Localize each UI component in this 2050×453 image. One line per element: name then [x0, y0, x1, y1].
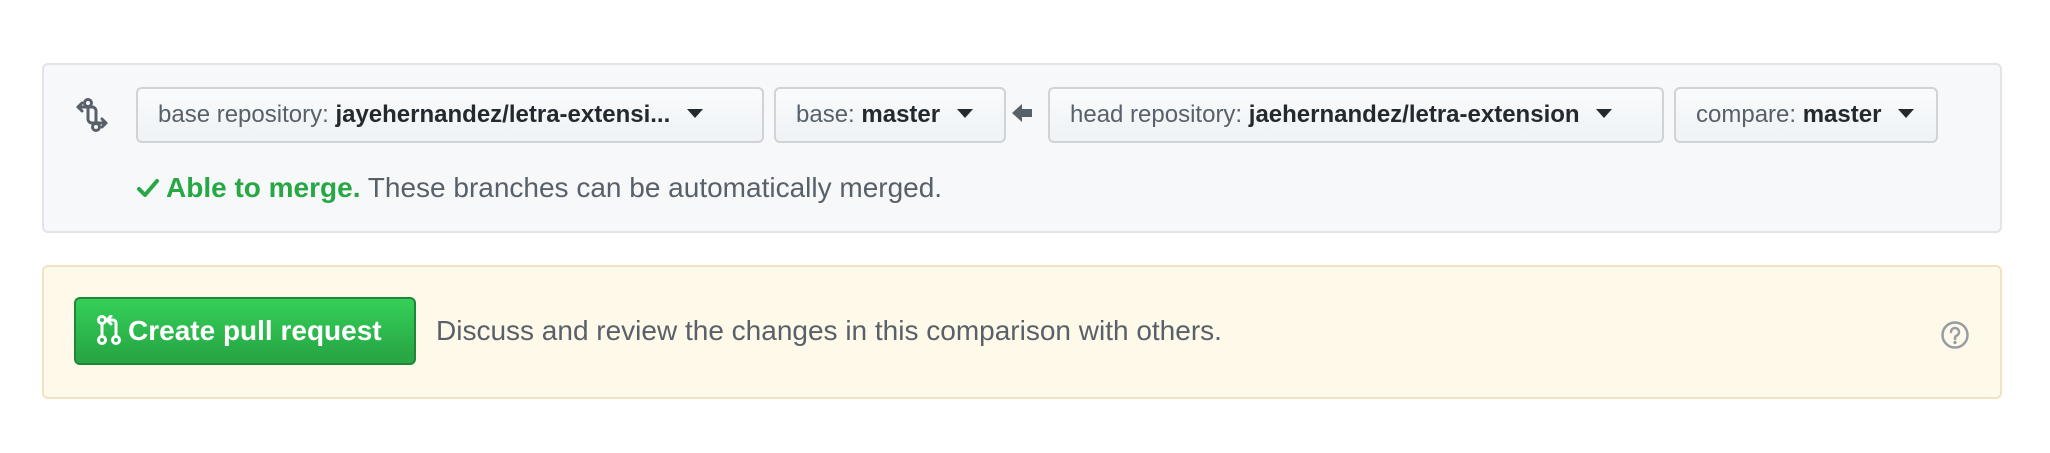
create-pull-request-panel: Create pull request Discuss and review t…	[42, 265, 2002, 399]
merge-status-text: These branches can be automatically merg…	[367, 172, 943, 203]
base-branch-select[interactable]: base: master	[774, 87, 1006, 143]
git-compare-icon	[76, 98, 108, 132]
merge-status: Able to merge. These branches can be aut…	[136, 171, 942, 205]
base-repository-select[interactable]: base repository: jayehernandez/letra-ext…	[136, 87, 764, 143]
arrow-left-icon	[1012, 104, 1032, 122]
compare-branch-value: master	[1802, 101, 1882, 128]
base-branch-label: base:	[796, 101, 855, 128]
head-repository-label: head repository:	[1070, 101, 1243, 128]
create-pull-request-label: Create pull request	[128, 315, 382, 346]
git-pull-request-icon	[97, 314, 121, 345]
base-repository-label: base repository:	[158, 101, 329, 128]
head-repository-value: jaehernandez/letra-extension	[1248, 101, 1580, 128]
caret-down-icon	[1898, 109, 1915, 119]
base-repository-value: jayehernandez/letra-extensi...	[335, 101, 671, 128]
create-pull-request-button[interactable]: Create pull request	[74, 297, 416, 365]
compare-branch-label: compare:	[1696, 101, 1797, 128]
compare-branch-select[interactable]: compare: master	[1674, 87, 1938, 143]
caret-down-icon	[686, 109, 703, 119]
check-icon	[137, 178, 159, 197]
caret-down-icon	[956, 109, 973, 119]
head-repository-select[interactable]: head repository: jaehernandez/letra-exte…	[1048, 87, 1664, 143]
base-branch-value: master	[861, 101, 941, 128]
question-circle-icon[interactable]	[1940, 320, 1970, 350]
merge-status-strong: Able to merge.	[166, 172, 361, 203]
pull-request-description: Discuss and review the changes in this c…	[436, 315, 1222, 346]
range-editor: base repository: jayehernandez/letra-ext…	[42, 63, 2002, 233]
caret-down-icon	[1596, 109, 1613, 119]
